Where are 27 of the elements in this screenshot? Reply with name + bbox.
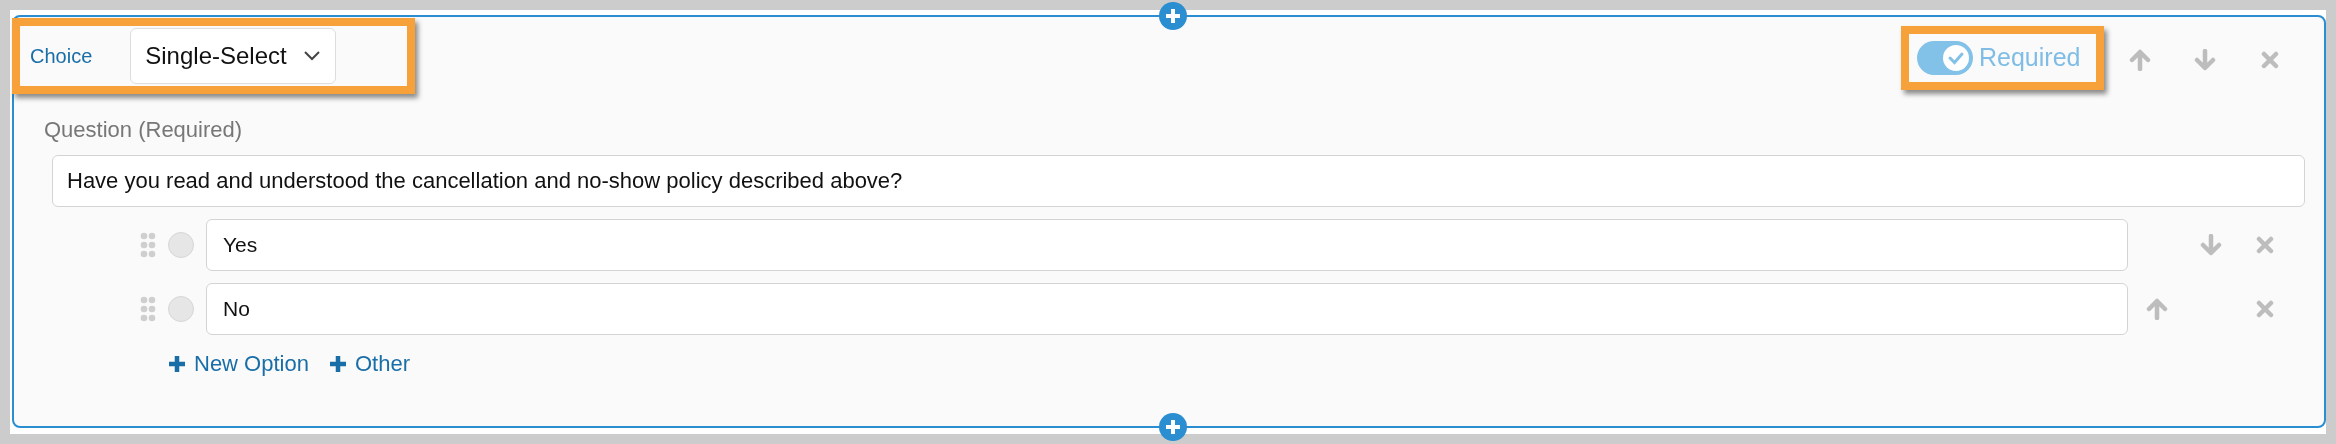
up-arrow-icon (2129, 49, 2151, 71)
radio-button[interactable] (168, 296, 194, 322)
down-arrow-icon (2194, 49, 2216, 71)
radio-button[interactable] (168, 232, 194, 258)
required-label: Required (1979, 43, 2081, 72)
question-field[interactable]: Have you read and understood the cancellation and no-show policy described above? (52, 155, 2305, 207)
chevron-down-icon (302, 50, 321, 62)
add-link[interactable]: Other (328, 351, 410, 377)
type-select[interactable]: Single-Select (130, 28, 336, 84)
required-toggle[interactable] (1917, 40, 1973, 75)
add-icon[interactable] (1158, 1, 1188, 31)
drag-handle-icon[interactable] (140, 296, 156, 322)
add-icon[interactable] (1158, 412, 1188, 442)
up-arrow-icon (2146, 298, 2168, 320)
question-label: Question (Required) (44, 117, 244, 143)
option-field[interactable]: No (206, 283, 2128, 335)
down-arrow-icon (2200, 234, 2222, 256)
option-field[interactable]: Yes (206, 219, 2128, 271)
plus-icon (168, 355, 186, 373)
plus-icon (328, 355, 347, 373)
check-icon (1942, 43, 1970, 72)
drag-handle-icon[interactable] (140, 232, 156, 258)
question-type-label: Choice (30, 44, 93, 68)
close-icon (2256, 236, 2274, 254)
close-icon (2256, 300, 2274, 318)
close-icon (2261, 51, 2279, 69)
add-link[interactable]: New Option (168, 351, 309, 377)
